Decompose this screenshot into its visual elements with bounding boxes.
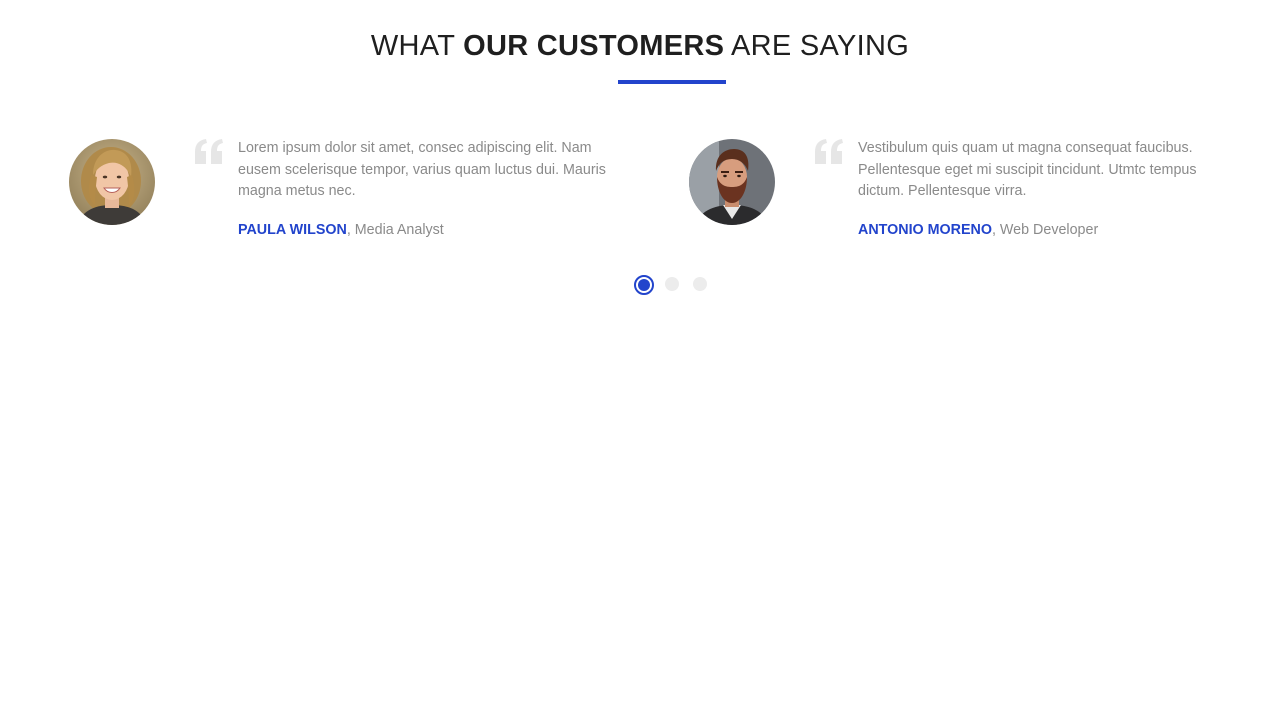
carousel-pagination — [634, 275, 724, 295]
section-heading: WHAT OUR CUSTOMERS ARE SAYING — [0, 28, 1280, 64]
heading-part-2: OUR CUSTOMERS — [463, 30, 725, 62]
quote-icon — [194, 138, 224, 166]
testimonial-author: ANTONIO MORENO, Web Developer — [858, 220, 1238, 240]
author-role: , Web Developer — [991, 221, 1099, 238]
quote-icon — [814, 138, 844, 166]
testimonials-section: WHAT OUR CUSTOMERS ARE SAYING Lorem ipsu… — [0, 0, 1280, 720]
testimonial-content: Vestibulum quis quam ut magna consequat … — [858, 138, 1238, 240]
author-name: ANTONIO MORENO — [858, 221, 992, 238]
author-role: , Media Analyst — [346, 221, 444, 238]
heading-part-1: WHAT — [370, 30, 464, 62]
heading-underline — [618, 80, 726, 84]
author-name: PAULA WILSON — [238, 221, 347, 238]
carousel-dot-2[interactable] — [665, 277, 679, 291]
woman-portrait-avatar — [69, 139, 155, 225]
heading-part-3: ARE SAYING — [724, 30, 910, 62]
testimonial-card: Lorem ipsum dolor sit amet, consec adipi… — [68, 138, 648, 248]
testimonial-content: Lorem ipsum dolor sit amet, consec adipi… — [238, 138, 638, 240]
testimonial-author: PAULA WILSON, Media Analyst — [238, 220, 638, 240]
testimonial-quote: Vestibulum quis quam ut magna consequat … — [858, 140, 1197, 199]
carousel-dot-3[interactable] — [693, 277, 707, 291]
testimonial-quote: Lorem ipsum dolor sit amet, consec adipi… — [238, 140, 606, 199]
carousel-dot-1[interactable] — [634, 275, 654, 295]
bearded-man-portrait-avatar — [689, 139, 775, 225]
testimonial-card: Vestibulum quis quam ut magna consequat … — [688, 138, 1248, 248]
